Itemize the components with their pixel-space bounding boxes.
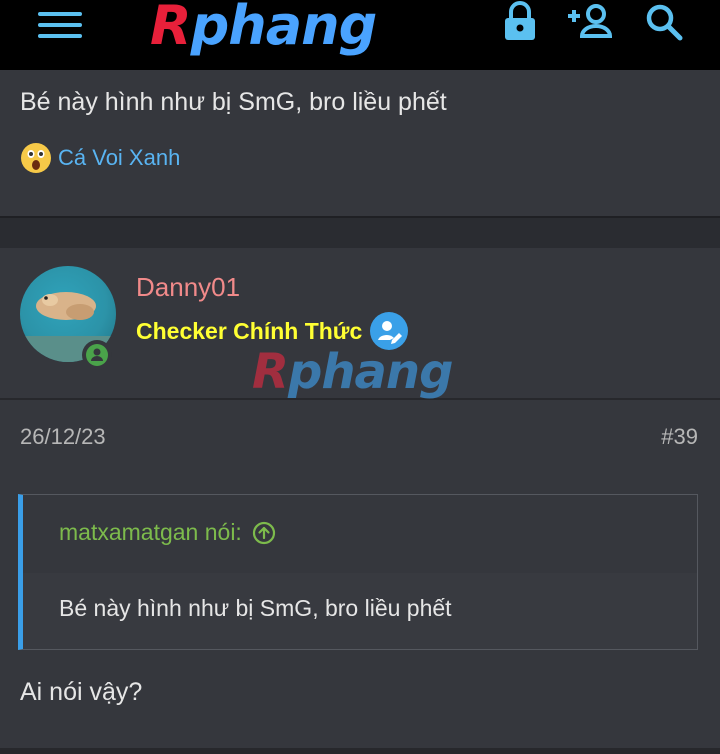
jump-to-quote-icon[interactable]: [252, 521, 276, 545]
post-divider: [0, 748, 720, 754]
quote-author-label: matxamatgan nói:: [59, 519, 242, 545]
post-message: Ai nói vậy?: [20, 678, 143, 706]
user-title-label: Checker Chính Thức: [136, 317, 363, 344]
lock-icon[interactable]: [502, 0, 538, 42]
wow-emoji-icon: [21, 143, 51, 173]
add-user-icon[interactable]: [566, 2, 616, 42]
post-message: Bé này hình như bị SmG, bro liều phết: [20, 88, 447, 116]
site-logo[interactable]: Rphang: [150, 0, 377, 56]
reaction-summary[interactable]: Cá Voi Xanh: [20, 142, 180, 174]
quote-text: Bé này hình như bị SmG, bro liều phết: [59, 595, 452, 621]
logo-watermark: Rphang: [252, 344, 453, 400]
post-date[interactable]: 26/12/23: [20, 424, 106, 450]
quote-block: matxamatgan nói: Bé này hình như bị SmG,…: [18, 494, 698, 650]
hamburger-menu-icon[interactable]: [38, 12, 82, 42]
previous-post: Bé này hình như bị SmG, bro liều phết Cá…: [0, 70, 720, 218]
quote-header: matxamatgan nói:: [23, 495, 697, 573]
search-icon[interactable]: [644, 2, 684, 42]
post-user-info: Danny01 Checker Chính Thức Rphang: [0, 248, 720, 400]
post-meta: 26/12/23 #39: [0, 400, 720, 460]
post-number-link[interactable]: #39: [661, 424, 698, 450]
reaction-user-link[interactable]: Cá Voi Xanh: [58, 145, 180, 171]
online-status-icon: [82, 340, 112, 370]
quote-author-link[interactable]: matxamatgan nói:: [59, 519, 276, 546]
post-separator: [0, 218, 720, 248]
username-link[interactable]: Danny01: [136, 272, 240, 303]
top-navigation-bar: Rphang: [0, 0, 720, 70]
post-39: Danny01 Checker Chính Thức Rphang 26/12/…: [0, 248, 720, 754]
